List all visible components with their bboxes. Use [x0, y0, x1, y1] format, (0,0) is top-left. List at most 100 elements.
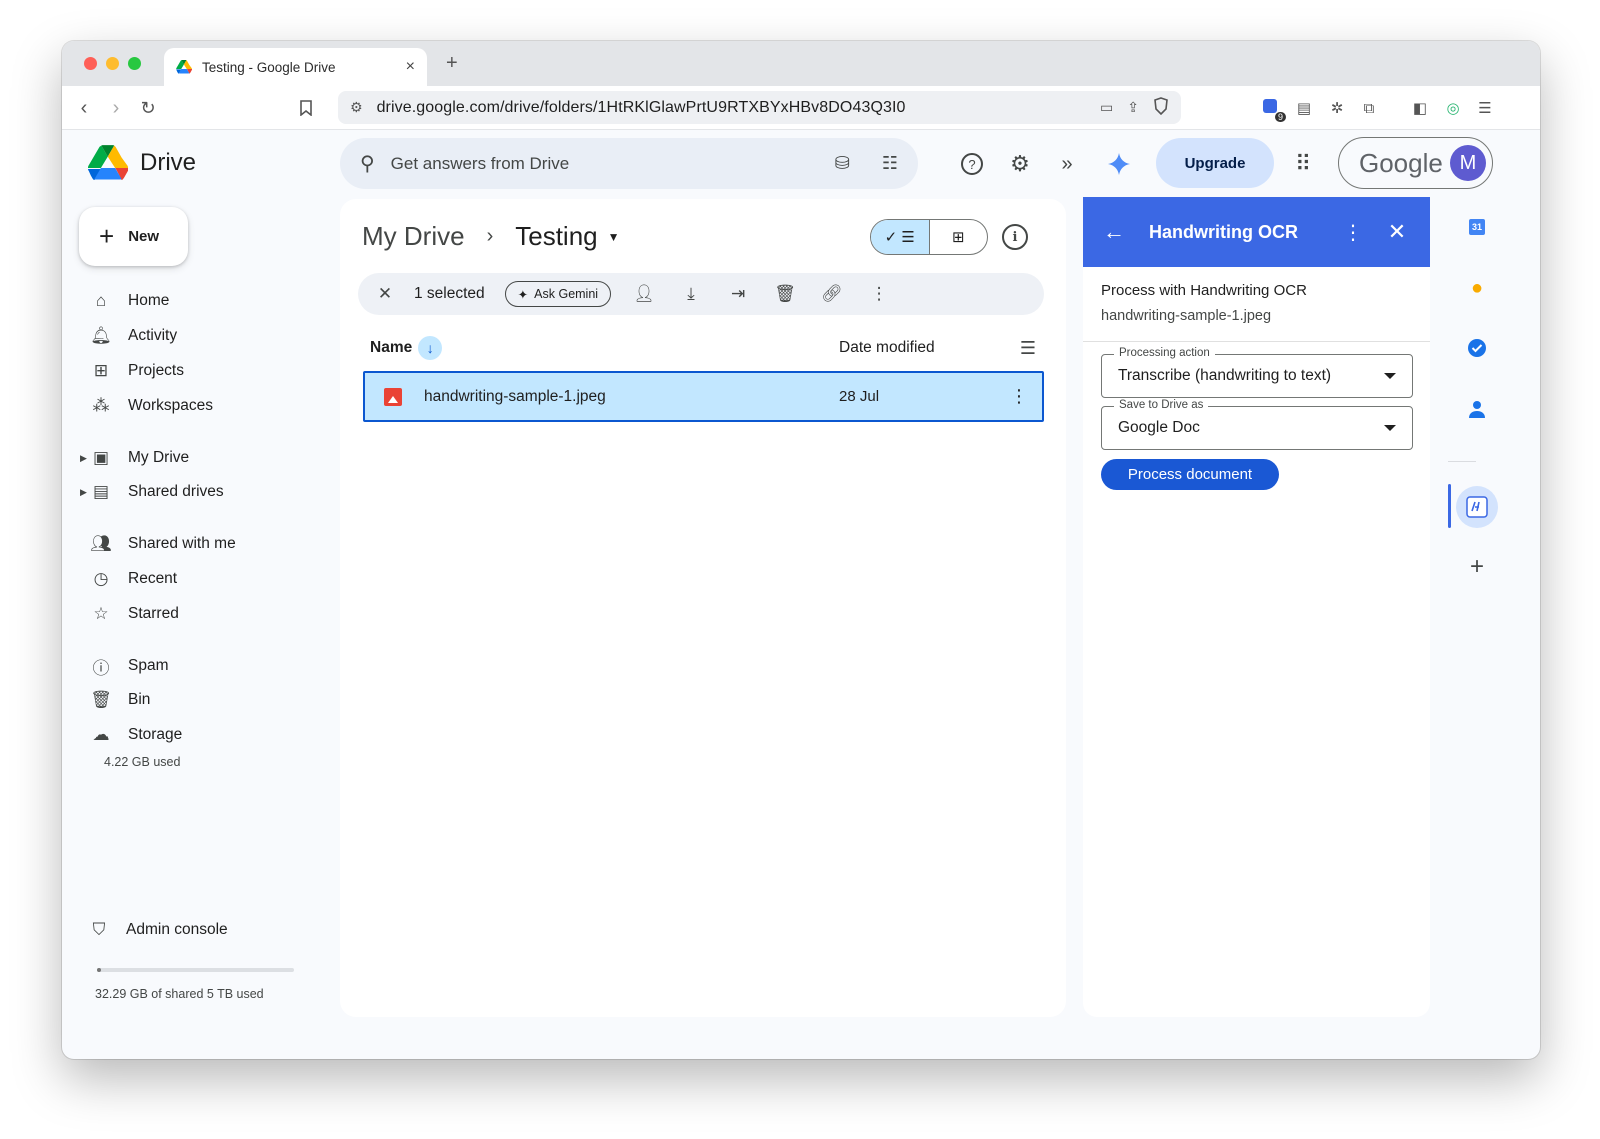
sidebar-item-storage[interactable]: ☁ Storage	[90, 719, 320, 751]
url-text[interactable]: drive.google.com/drive/folders/1HtRKlGla…	[377, 99, 1086, 117]
extension-green-icon[interactable]: ◎	[1443, 98, 1463, 118]
sidebar-toggle-icon[interactable]: ◧	[1410, 98, 1430, 118]
rail-active-indicator	[1448, 484, 1451, 528]
share-person-icon[interactable]: 👤︎	[629, 279, 659, 309]
processing-action-value: Transcribe (handwriting to text)	[1118, 367, 1332, 384]
sidebar-item-starred[interactable]: ☆ Starred	[90, 598, 320, 630]
sidebar-item-workspaces[interactable]: ⁂ Workspaces	[90, 390, 320, 422]
trash-icon[interactable]: 🗑︎	[770, 279, 800, 309]
calendar-icon[interactable]: 31	[1463, 213, 1491, 241]
new-button[interactable]: + New	[79, 207, 188, 266]
sidebar-item-label: Bin	[128, 691, 151, 708]
zoom-window-button[interactable]	[128, 57, 141, 70]
share-icon[interactable]: ⇪	[1127, 99, 1139, 116]
account-switcher[interactable]: Google M	[1338, 137, 1493, 189]
link-icon[interactable]: 🔗︎	[817, 279, 847, 309]
sidebar-item-my-drive[interactable]: ▶ ▣ My Drive	[80, 442, 320, 474]
more-vert-icon[interactable]: ⋮	[864, 279, 894, 309]
clear-selection-icon[interactable]: ✕	[370, 279, 400, 309]
move-to-folder-icon[interactable]: ⇥	[723, 279, 753, 309]
brave-shield-icon[interactable]	[1153, 97, 1169, 118]
puzzle-extensions-icon[interactable]: ✲	[1327, 98, 1347, 118]
add-addon-plus-icon[interactable]: +	[1463, 553, 1491, 581]
minimize-window-button[interactable]	[106, 57, 119, 70]
sidebar-item-projects[interactable]: ⊞ Projects	[90, 355, 320, 387]
panel-file-name: handwriting-sample-1.jpeg	[1101, 308, 1272, 324]
sidebar-item-admin-console[interactable]: ⛉ Admin console	[88, 914, 318, 946]
panel-close-icon[interactable]: ✕	[1384, 219, 1410, 245]
search-filters-icon[interactable]: ☷	[882, 153, 898, 174]
sidebar-item-label: Admin console	[126, 921, 228, 938]
column-date-modified[interactable]: Date modified	[839, 339, 935, 357]
sidebar-item-spam[interactable]: ⓘ Spam	[90, 650, 320, 682]
file-name[interactable]: handwriting-sample-1.jpeg	[424, 388, 606, 406]
sidebar-item-activity[interactable]: 🔔︎ Activity	[90, 320, 320, 352]
expand-caret-icon[interactable]: ▶	[80, 453, 87, 464]
process-with-text: Process with Handwriting OCR	[1101, 282, 1307, 299]
extension-badge-icon[interactable]: 9	[1262, 98, 1286, 122]
table-row[interactable]: handwriting-sample-1.jpeg 28 Jul ⋮	[363, 371, 1044, 422]
arrow-back-icon[interactable]: ←	[1103, 219, 1129, 245]
cast-icon[interactable]: ▭	[1100, 99, 1113, 116]
avatar[interactable]: M	[1450, 145, 1486, 181]
column-name[interactable]: Name	[370, 339, 412, 357]
sidebar-item-label: Projects	[128, 362, 184, 379]
breadcrumb-my-drive[interactable]: My Drive	[362, 221, 465, 252]
processing-action-select[interactable]: Processing action Transcribe (handwritin…	[1101, 347, 1413, 398]
sidebar-item-label: Home	[128, 292, 170, 309]
save-as-select[interactable]: Save to Drive as Google Doc	[1101, 399, 1413, 450]
sidebar-item-shared-drives[interactable]: ▶ ▤ Shared drives	[80, 476, 320, 508]
close-tab-icon[interactable]: ×	[406, 58, 415, 76]
process-document-button[interactable]: Process document	[1101, 459, 1279, 490]
folder-dropdown-icon[interactable]: ▼	[608, 230, 620, 244]
bookmark-icon[interactable]	[292, 94, 320, 122]
browser-menu-icon[interactable]: ☰	[1475, 98, 1495, 118]
address-bar[interactable]: ⚙ drive.google.com/drive/folders/1HtRKlG…	[338, 91, 1181, 124]
info-icon[interactable]: i	[1002, 224, 1028, 250]
list-view-button[interactable]: ✓ ☰	[871, 220, 930, 254]
file-list-panel: My Drive › Testing ▼ ✓ ☰ ⊞ i ✕ 1 selecte…	[340, 199, 1066, 1017]
panel-title: Handwriting OCR	[1149, 221, 1298, 242]
grid-view-button[interactable]: ⊞	[930, 220, 988, 254]
ask-gemini-button[interactable]: ✦ Ask Gemini	[504, 281, 612, 307]
reload-icon[interactable]: ↻	[134, 94, 162, 122]
panel-more-icon[interactable]: ⋮	[1340, 220, 1366, 245]
gemini-star-icon[interactable]	[1104, 149, 1134, 179]
sidebar-item-recent[interactable]: ◷ Recent	[90, 563, 320, 595]
screenshot-extension-icon[interactable]: ⧉	[1359, 98, 1379, 118]
upgrade-button[interactable]: Upgrade	[1156, 138, 1274, 188]
sidebar-item-bin[interactable]: 🗑︎ Bin	[90, 684, 320, 716]
keep-bulb-icon[interactable]: ●	[1463, 274, 1491, 302]
row-more-icon[interactable]: ⋮	[1010, 386, 1028, 407]
expand-caret-icon[interactable]: ▶	[80, 487, 87, 498]
search-options-icon[interactable]: ⛁	[835, 153, 850, 174]
browser-tab[interactable]: Testing - Google Drive ×	[164, 48, 427, 86]
new-tab-icon[interactable]: +	[446, 52, 458, 75]
close-window-button[interactable]	[84, 57, 97, 70]
breadcrumb-testing[interactable]: Testing	[515, 221, 597, 252]
contacts-icon[interactable]	[1463, 395, 1491, 423]
handwriting-ocr-addon-icon[interactable]	[1456, 486, 1498, 528]
sort-down-arrow-icon[interactable]: ↓	[418, 336, 443, 360]
search-bar[interactable]: ⚲ ⛁ ☷	[340, 138, 918, 189]
sidebar-item-label: My Drive	[128, 449, 190, 466]
sidebar-item-home[interactable]: ⌂ Home	[90, 285, 320, 317]
gemini-chevrons-icon[interactable]: »	[1052, 149, 1082, 179]
drive-logo[interactable]: Drive	[88, 145, 196, 181]
handwriting-ocr-panel: ← Handwriting OCR ⋮ ✕ Process with Handw…	[1083, 197, 1430, 1017]
search-input[interactable]	[390, 153, 819, 174]
tasks-icon[interactable]	[1463, 334, 1491, 362]
storage-used-text: 4.22 GB used	[104, 755, 181, 769]
apps-grid-icon[interactable]: ⠿	[1288, 149, 1318, 179]
plus-icon: +	[99, 221, 115, 251]
help-icon[interactable]: ?	[957, 149, 987, 179]
sidebar-item-label: Spam	[128, 657, 169, 674]
forward-icon[interactable]: ›	[102, 94, 130, 122]
site-settings-icon[interactable]: ⚙	[350, 99, 363, 116]
back-icon[interactable]: ‹	[70, 94, 98, 122]
settings-gear-icon[interactable]: ⚙	[1005, 149, 1035, 179]
sidebar-item-shared-with-me[interactable]: 👥︎ Shared with me	[90, 528, 320, 560]
sort-options-icon[interactable]: ☰	[1020, 338, 1036, 359]
news-extension-icon[interactable]: ▤	[1294, 98, 1314, 118]
download-icon[interactable]: ⤓	[676, 279, 706, 309]
